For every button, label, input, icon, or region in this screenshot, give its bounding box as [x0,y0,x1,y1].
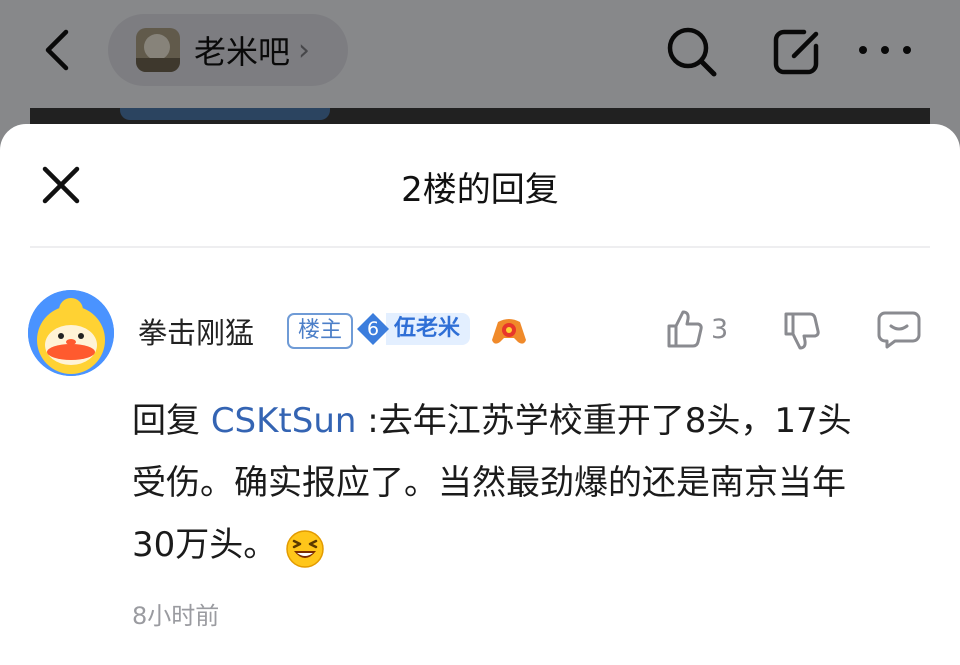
thumbs-up-icon [667,310,703,348]
content-line-1: :去年江苏学校重开了8头，17头 [356,401,852,441]
op-badge: 楼主 [287,313,354,349]
level-badge: 6 伍老米 [356,310,471,348]
reply-comment-icon[interactable] [877,310,921,350]
level-title: 伍老米 [386,313,471,345]
thumbs-down-icon[interactable] [782,310,822,352]
like-count: 3 [711,313,729,345]
avatar[interactable] [28,290,114,376]
like-button[interactable]: 3 [665,308,728,350]
gamepad-icon [490,314,528,348]
laughing-emoji-icon [285,527,325,568]
mention-link[interactable]: CSKtSun [211,401,357,441]
content-line-3: 30万头。 [132,525,278,565]
sheet-title: 2楼的回复 [401,170,559,210]
reply-content: 回复 CSKtSun :去年江苏学校重开了8头，17头 受伤。确实报应了。当然最… [132,390,932,576]
timestamp: 8小时前 [132,602,220,630]
content-line-2: 受伤。确实报应了。当然最劲爆的还是南京当年 [132,463,846,503]
level-diamond: 6 [356,312,390,346]
level-number: 6 [366,318,380,340]
username[interactable]: 拳击刚猛 [138,310,254,352]
divider [30,246,930,248]
reply-sheet: 2楼的回复 拳击刚猛 楼主 6 伍老米 3 回复 CSKtSun:去年江苏学校… [0,124,960,665]
reply-prefix: 回复 [132,401,211,441]
